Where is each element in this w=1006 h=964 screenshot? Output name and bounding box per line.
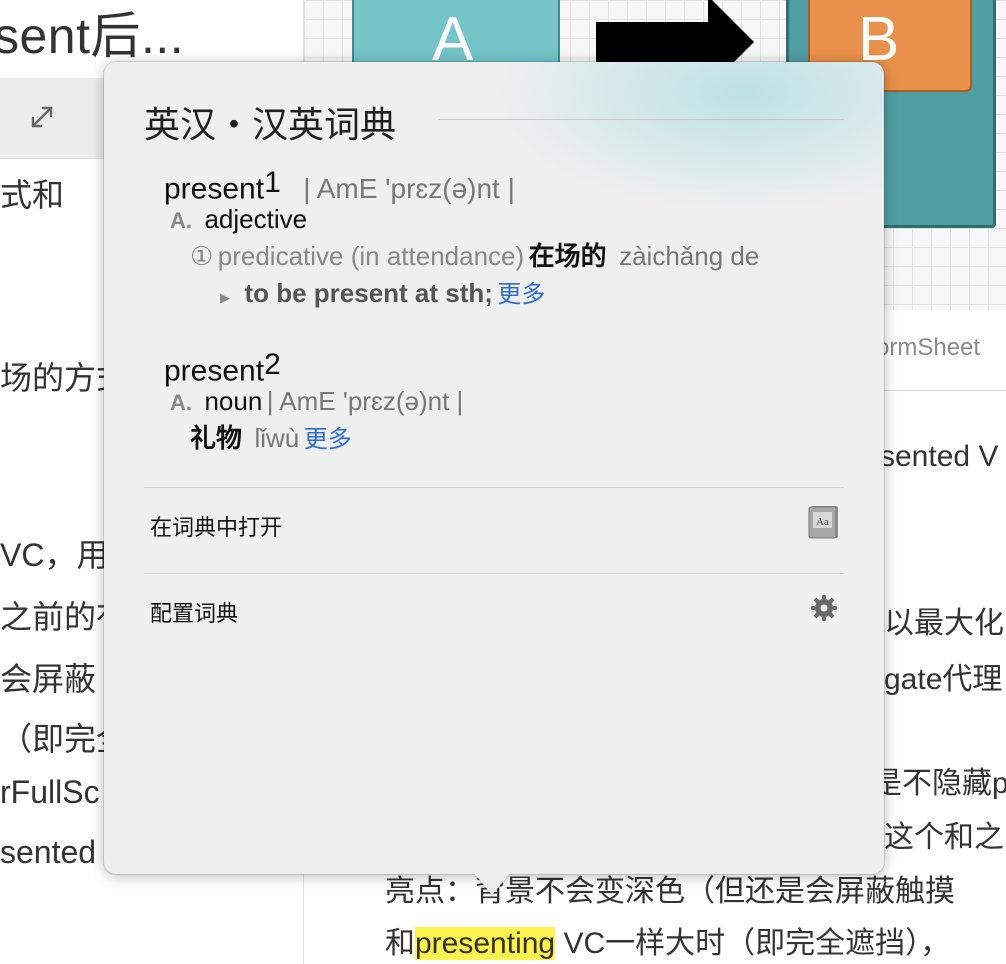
title-divider <box>438 119 844 120</box>
configure-dictionary-button[interactable]: 配置词典 <box>150 596 238 628</box>
highlighted-word[interactable]: presenting <box>415 927 556 960</box>
right-text-line: 这个和之 <box>884 821 1004 854</box>
entry-2-pos-letter: A. <box>170 390 192 415</box>
left-text-line: rFullSc <box>0 774 100 810</box>
open-in-dictionary-button[interactable]: 在词典中打开 <box>150 510 282 542</box>
entry-2-superscript: 2 <box>264 348 281 381</box>
diagram-caption: ormSheet <box>876 334 981 361</box>
entry-1-pronunciation: | AmE 'prɛz(ə)nt | <box>303 173 515 205</box>
entry-2-headword: present <box>164 354 265 388</box>
left-text-line: VC，用 <box>0 537 109 573</box>
entry-2-pronunciation: | AmE 'prɛz(ə)nt | <box>266 386 464 416</box>
popover-pointer <box>474 873 510 895</box>
entry-2-pinyin: lǐwù <box>254 423 300 453</box>
right-text-line: sented V <box>880 440 999 473</box>
dictionary-title: 英汉・汉英词典 <box>144 105 397 146</box>
sense-number: ① <box>190 241 214 271</box>
gear-icon[interactable] <box>810 594 838 622</box>
entry-1-example: to be present at sth; <box>244 278 493 308</box>
svg-text:Aa: Aa <box>816 516 829 528</box>
entry-2-translation: 礼物 <box>190 423 243 453</box>
divider <box>144 487 844 488</box>
entry-1-headword: present <box>164 172 265 206</box>
entry-2-pos: noun <box>204 386 263 416</box>
entry-2-header: present2 <box>164 348 281 388</box>
entry-1-header: present1 | AmE 'prɛz(ə)nt | <box>164 166 515 206</box>
sense-pinyin: zàichǎng de <box>619 241 760 271</box>
diagram-arrow <box>596 22 716 62</box>
right-text-line: 以最大化 <box>884 607 1004 640</box>
entry-1-more-link[interactable]: 更多 <box>497 281 545 308</box>
entry-1-pos: adjective <box>204 204 308 234</box>
expand-icon[interactable] <box>28 103 56 131</box>
disclosure-triangle-icon[interactable]: ▶ <box>220 290 230 305</box>
document-line-with-selection: 和presenting VC一样大时（即完全遮挡）， <box>385 918 950 962</box>
right-text-line: gate代理 <box>884 663 1003 696</box>
left-text-line: sented <box>0 834 97 870</box>
left-document-title: sent后... <box>0 8 185 64</box>
dictionary-app-icon[interactable]: Aa <box>808 504 840 540</box>
entry-1-superscript: 1 <box>264 166 281 199</box>
entry-2-more-link[interactable]: 更多 <box>304 426 352 453</box>
left-text-line: 式和 <box>0 177 65 213</box>
entry-1-example-row: ▶ to be present at sth; 更多 <box>220 274 545 309</box>
entry-2-translation-row: 礼物 lǐwù 更多 <box>190 418 352 455</box>
entry-2-pos-row: A. noun | AmE 'prɛz(ə)nt | <box>170 386 463 417</box>
entry-1-pos-row: A. adjective <box>170 204 307 235</box>
left-text-line: 会屏蔽 <box>0 661 97 697</box>
entry-1-pos-letter: A. <box>170 208 192 233</box>
entry-1-sense: ① predicative (in attendance) 在场的 zàichǎ… <box>190 236 759 273</box>
text-suffix: VC一样大时（即完全遮挡）， <box>555 927 951 960</box>
text-prefix: 和 <box>385 927 415 960</box>
sense-translation: 在场的 <box>528 241 607 271</box>
sense-gloss: predicative (in attendance) <box>217 241 525 271</box>
divider <box>144 573 844 574</box>
right-text-line: 是不隐藏p <box>872 767 1006 800</box>
